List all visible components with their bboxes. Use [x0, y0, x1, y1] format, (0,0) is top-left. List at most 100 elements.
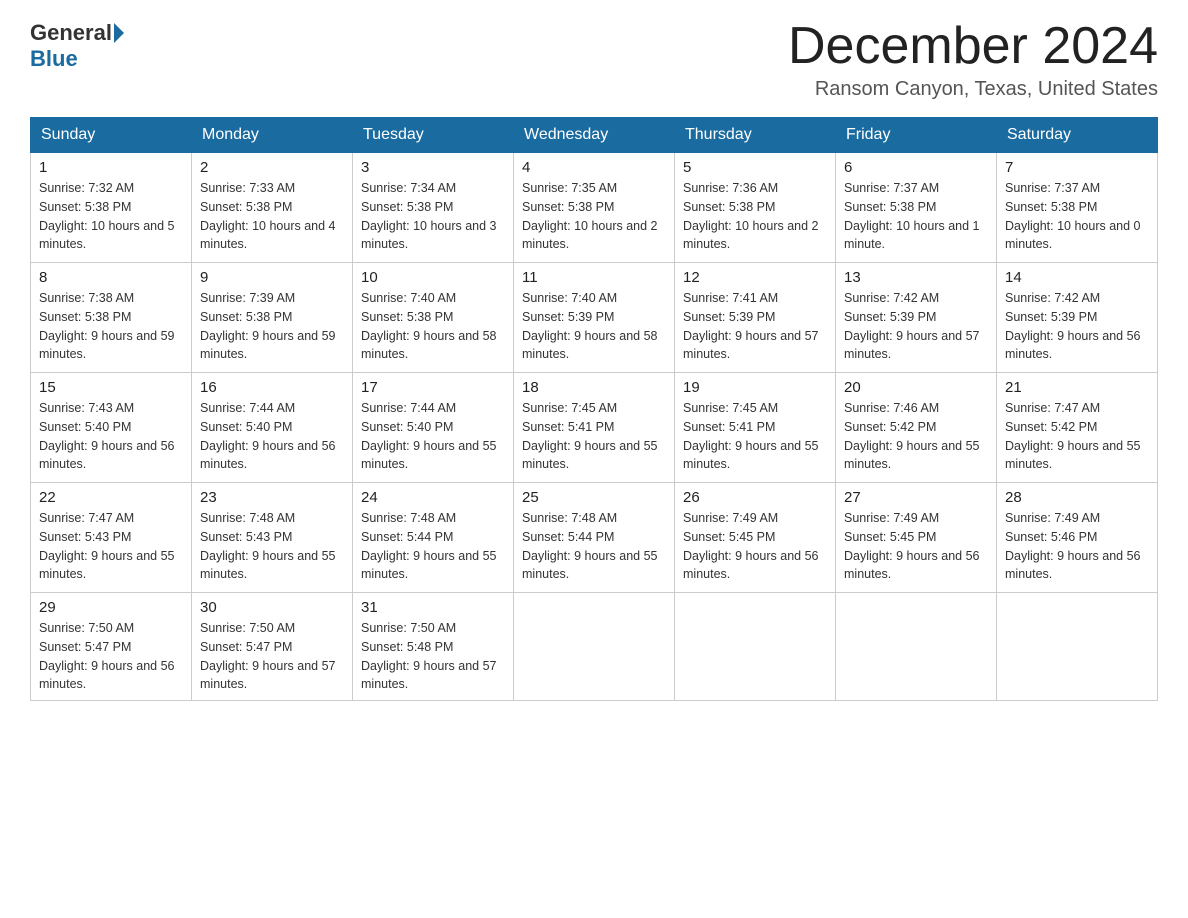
table-row: 11 Sunrise: 7:40 AMSunset: 5:39 PMDayligh…	[514, 263, 675, 373]
table-row: 17 Sunrise: 7:44 AMSunset: 5:40 PMDayligh…	[353, 373, 514, 483]
day-number: 15	[39, 379, 183, 396]
day-number: 10	[361, 269, 505, 286]
table-row: 29 Sunrise: 7:50 AMSunset: 5:47 PMDayligh…	[31, 593, 192, 701]
table-row: 2Sunrise: 7:33 AMSunset: 5:38 PMDaylight…	[192, 153, 353, 263]
table-row	[514, 593, 675, 701]
day-number: 14	[1005, 269, 1149, 286]
day-info: Sunrise: 7:49 AMSunset: 5:46 PMDaylight:…	[1005, 509, 1149, 584]
day-number: 3	[361, 159, 505, 176]
col-sunday: Sunday	[31, 118, 192, 153]
day-info: Sunrise: 7:44 AMSunset: 5:40 PMDaylight:…	[361, 399, 505, 474]
table-row: 19 Sunrise: 7:45 AMSunset: 5:41 PMDayligh…	[675, 373, 836, 483]
day-number: 8	[39, 269, 183, 286]
day-number: 1	[39, 159, 183, 176]
day-info: Sunrise: 7:38 AMSunset: 5:38 PMDaylight:…	[39, 289, 183, 364]
day-number: 26	[683, 489, 827, 506]
day-info: Sunrise: 7:41 AMSunset: 5:39 PMDaylight:…	[683, 289, 827, 364]
calendar-table: Sunday Monday Tuesday Wednesday Thursday…	[30, 117, 1158, 701]
table-row: 4Sunrise: 7:35 AMSunset: 5:38 PMDaylight…	[514, 153, 675, 263]
col-friday: Friday	[836, 118, 997, 153]
day-info: Sunrise: 7:50 AMSunset: 5:48 PMDaylight:…	[361, 619, 505, 694]
logo-blue-text: Blue	[30, 46, 78, 72]
table-row: 21 Sunrise: 7:47 AMSunset: 5:42 PMDayligh…	[997, 373, 1158, 483]
table-row: 23Sunrise: 7:48 AMSunset: 5:43 PMDayligh…	[192, 483, 353, 593]
table-row: 31 Sunrise: 7:50 AMSunset: 5:48 PMDayligh…	[353, 593, 514, 701]
table-row: 20Sunrise: 7:46 AMSunset: 5:42 PMDayligh…	[836, 373, 997, 483]
day-number: 30	[200, 599, 344, 616]
day-info: Sunrise: 7:47 AMSunset: 5:42 PMDaylight:…	[1005, 399, 1149, 474]
day-number: 5	[683, 159, 827, 176]
table-row: 13 Sunrise: 7:42 AMSunset: 5:39 PMDayligh…	[836, 263, 997, 373]
day-number: 23	[200, 489, 344, 506]
day-info: Sunrise: 7:44 AMSunset: 5:40 PMDaylight:…	[200, 399, 344, 474]
location-subtitle: Ransom Canyon, Texas, United States	[788, 78, 1158, 101]
day-info: Sunrise: 7:47 AMSunset: 5:43 PMDaylight:…	[39, 509, 183, 584]
day-number: 13	[844, 269, 988, 286]
table-row: 15 Sunrise: 7:43 AMSunset: 5:40 PMDayligh…	[31, 373, 192, 483]
day-number: 19	[683, 379, 827, 396]
day-number: 11	[522, 269, 666, 286]
day-info: Sunrise: 7:35 AMSunset: 5:38 PMDaylight:…	[522, 179, 666, 254]
month-title: December 2024	[788, 20, 1158, 72]
calendar-week-row: 15 Sunrise: 7:43 AMSunset: 5:40 PMDayligh…	[31, 373, 1158, 483]
table-row: 25 Sunrise: 7:48 AMSunset: 5:44 PMDayligh…	[514, 483, 675, 593]
day-info: Sunrise: 7:43 AMSunset: 5:40 PMDaylight:…	[39, 399, 183, 474]
table-row: 27Sunrise: 7:49 AMSunset: 5:45 PMDayligh…	[836, 483, 997, 593]
table-row: 14 Sunrise: 7:42 AMSunset: 5:39 PMDayligh…	[997, 263, 1158, 373]
calendar-week-row: 22 Sunrise: 7:47 AMSunset: 5:43 PMDayligh…	[31, 483, 1158, 593]
day-info: Sunrise: 7:42 AMSunset: 5:39 PMDaylight:…	[844, 289, 988, 364]
day-info: Sunrise: 7:42 AMSunset: 5:39 PMDaylight:…	[1005, 289, 1149, 364]
calendar-week-row: 29 Sunrise: 7:50 AMSunset: 5:47 PMDayligh…	[31, 593, 1158, 701]
table-row	[997, 593, 1158, 701]
table-row: 5 Sunrise: 7:36 AMSunset: 5:38 PMDaylight…	[675, 153, 836, 263]
table-row: 28Sunrise: 7:49 AMSunset: 5:46 PMDayligh…	[997, 483, 1158, 593]
table-row: 9 Sunrise: 7:39 AMSunset: 5:38 PMDaylight…	[192, 263, 353, 373]
day-info: Sunrise: 7:40 AMSunset: 5:38 PMDaylight:…	[361, 289, 505, 364]
day-info: Sunrise: 7:33 AMSunset: 5:38 PMDaylight:…	[200, 179, 344, 254]
logo-arrow-icon	[114, 23, 124, 43]
col-monday: Monday	[192, 118, 353, 153]
day-number: 21	[1005, 379, 1149, 396]
logo: General Blue	[30, 20, 126, 72]
calendar-week-row: 1 Sunrise: 7:32 AMSunset: 5:38 PMDaylight…	[31, 153, 1158, 263]
day-info: Sunrise: 7:48 AMSunset: 5:44 PMDaylight:…	[522, 509, 666, 584]
day-number: 29	[39, 599, 183, 616]
col-tuesday: Tuesday	[353, 118, 514, 153]
day-info: Sunrise: 7:50 AMSunset: 5:47 PMDaylight:…	[200, 619, 344, 694]
day-number: 24	[361, 489, 505, 506]
day-info: Sunrise: 7:34 AMSunset: 5:38 PMDaylight:…	[361, 179, 505, 254]
day-info: Sunrise: 7:50 AMSunset: 5:47 PMDaylight:…	[39, 619, 183, 694]
logo-general-text: General	[30, 20, 112, 46]
table-row	[675, 593, 836, 701]
table-row: 8 Sunrise: 7:38 AMSunset: 5:38 PMDaylight…	[31, 263, 192, 373]
page-header: General Blue December 2024 Ransom Canyon…	[30, 20, 1158, 101]
day-number: 25	[522, 489, 666, 506]
day-info: Sunrise: 7:48 AMSunset: 5:44 PMDaylight:…	[361, 509, 505, 584]
calendar-header-row: Sunday Monday Tuesday Wednesday Thursday…	[31, 118, 1158, 153]
day-info: Sunrise: 7:36 AMSunset: 5:38 PMDaylight:…	[683, 179, 827, 254]
day-number: 12	[683, 269, 827, 286]
col-saturday: Saturday	[997, 118, 1158, 153]
table-row: 3 Sunrise: 7:34 AMSunset: 5:38 PMDaylight…	[353, 153, 514, 263]
day-info: Sunrise: 7:45 AMSunset: 5:41 PMDaylight:…	[683, 399, 827, 474]
table-row: 30 Sunrise: 7:50 AMSunset: 5:47 PMDayligh…	[192, 593, 353, 701]
day-number: 9	[200, 269, 344, 286]
day-number: 31	[361, 599, 505, 616]
table-row: 18Sunrise: 7:45 AMSunset: 5:41 PMDayligh…	[514, 373, 675, 483]
day-number: 27	[844, 489, 988, 506]
day-info: Sunrise: 7:46 AMSunset: 5:42 PMDaylight:…	[844, 399, 988, 474]
table-row: 7Sunrise: 7:37 AMSunset: 5:38 PMDaylight…	[997, 153, 1158, 263]
day-info: Sunrise: 7:32 AMSunset: 5:38 PMDaylight:…	[39, 179, 183, 254]
table-row: 10 Sunrise: 7:40 AMSunset: 5:38 PMDayligh…	[353, 263, 514, 373]
day-number: 17	[361, 379, 505, 396]
day-number: 22	[39, 489, 183, 506]
table-row: 1 Sunrise: 7:32 AMSunset: 5:38 PMDaylight…	[31, 153, 192, 263]
day-info: Sunrise: 7:45 AMSunset: 5:41 PMDaylight:…	[522, 399, 666, 474]
table-row: 24 Sunrise: 7:48 AMSunset: 5:44 PMDayligh…	[353, 483, 514, 593]
calendar-week-row: 8 Sunrise: 7:38 AMSunset: 5:38 PMDaylight…	[31, 263, 1158, 373]
table-row: 16Sunrise: 7:44 AMSunset: 5:40 PMDayligh…	[192, 373, 353, 483]
day-info: Sunrise: 7:39 AMSunset: 5:38 PMDaylight:…	[200, 289, 344, 364]
day-info: Sunrise: 7:40 AMSunset: 5:39 PMDaylight:…	[522, 289, 666, 364]
day-number: 7	[1005, 159, 1149, 176]
table-row: 22 Sunrise: 7:47 AMSunset: 5:43 PMDayligh…	[31, 483, 192, 593]
